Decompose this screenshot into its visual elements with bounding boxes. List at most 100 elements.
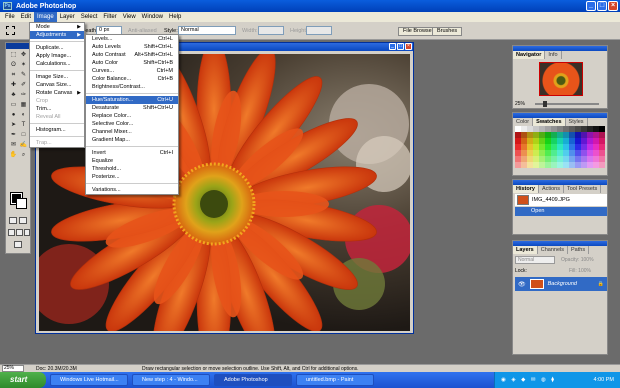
menu-edit[interactable]: Edit bbox=[18, 12, 34, 22]
menu-item-color-balance[interactable]: Color Balance... Ctrl+B bbox=[86, 75, 178, 83]
tab-styles[interactable]: Styles bbox=[566, 118, 588, 126]
menu-item-curves[interactable]: Curves... Ctrl+M bbox=[86, 67, 178, 75]
menu-item-histogram[interactable]: Histogram... bbox=[30, 126, 84, 134]
menu-item-auto-contrast[interactable]: Auto Contrast Alt+Shift+Ctrl+L bbox=[86, 51, 178, 59]
taskbar-item-photoshop[interactable]: Adobe Photoshop bbox=[214, 374, 292, 386]
menu-item-auto-color[interactable]: Auto Color Shift+Ctrl+B bbox=[86, 59, 178, 67]
tab-info[interactable]: Info bbox=[545, 51, 562, 59]
tab-channels[interactable]: Channels bbox=[538, 246, 568, 254]
brush-tool-icon[interactable]: ✐ bbox=[19, 81, 28, 89]
document-maximize-button[interactable]: □ bbox=[397, 43, 404, 50]
menu-file[interactable]: File bbox=[2, 12, 18, 22]
tray-icons[interactable]: ◉ ◈ ◆ ✉ ◍ ⧫ bbox=[501, 372, 556, 388]
tab-color[interactable]: Color bbox=[513, 118, 534, 126]
notes-tool-icon[interactable]: ✉ bbox=[9, 141, 18, 149]
menu-item-calculations[interactable]: Calculations... bbox=[30, 60, 84, 68]
history-brush-tool-icon[interactable]: ✑ bbox=[19, 91, 28, 99]
menu-window[interactable]: Window bbox=[139, 12, 166, 22]
taskbar-item-new-step[interactable]: New step : 4 - Windo... bbox=[132, 374, 210, 386]
pen-tool-icon[interactable]: ✒ bbox=[9, 131, 18, 139]
healing-brush-tool-icon[interactable]: ✚ bbox=[9, 81, 18, 89]
brushes-tab[interactable]: Brushes bbox=[432, 27, 463, 36]
menu-item-levels[interactable]: Levels... Ctrl+L bbox=[86, 35, 178, 43]
hand-tool-icon[interactable]: ✋ bbox=[9, 151, 18, 159]
blend-mode-select[interactable]: Normal bbox=[515, 256, 555, 264]
menu-item-duplicate[interactable]: Duplicate... bbox=[30, 44, 84, 52]
fill-field[interactable]: Fill: 100% bbox=[569, 268, 591, 274]
crop-tool-icon[interactable]: ⌗ bbox=[9, 71, 18, 79]
document-close-button[interactable]: × bbox=[405, 43, 412, 50]
blur-tool-icon[interactable]: ● bbox=[9, 111, 18, 119]
gradient-tool-icon[interactable]: ▦ bbox=[19, 101, 28, 109]
menu-image[interactable]: Image bbox=[34, 12, 57, 22]
menu-item-auto-levels[interactable]: Auto Levels Shift+Ctrl+L bbox=[86, 43, 178, 51]
full-screen-mode-icon[interactable] bbox=[24, 229, 30, 236]
tab-layers[interactable]: Layers bbox=[513, 246, 538, 254]
dodge-tool-icon[interactable]: ◐ bbox=[19, 111, 28, 119]
opacity-field[interactable]: Opacity: 100% bbox=[561, 257, 594, 263]
tab-paths[interactable]: Paths bbox=[568, 246, 590, 254]
taskbar-item-hotmail[interactable]: Windows Live Hotmail... bbox=[50, 374, 128, 386]
menu-item-desaturate[interactable]: Desaturate Shift+Ctrl+U bbox=[86, 104, 178, 112]
jump-to-imageready-icon[interactable] bbox=[14, 241, 22, 248]
menu-view[interactable]: View bbox=[120, 12, 139, 22]
quick-mask-mode-icon[interactable] bbox=[19, 217, 27, 224]
history-step-open[interactable]: Open bbox=[515, 207, 607, 216]
full-screen-menu-mode-icon[interactable] bbox=[16, 229, 23, 236]
style-select[interactable]: Normal bbox=[178, 26, 236, 35]
width-input[interactable] bbox=[258, 26, 284, 35]
shape-tool-icon[interactable]: □ bbox=[19, 131, 28, 139]
tab-tool-presets[interactable]: Tool Presets bbox=[564, 185, 602, 193]
menu-item-replace-color[interactable]: Replace Color... bbox=[86, 112, 178, 120]
tab-swatches[interactable]: Swatches bbox=[533, 118, 566, 126]
type-tool-icon[interactable]: T bbox=[19, 121, 28, 129]
minimize-button[interactable]: _ bbox=[586, 1, 596, 11]
menu-item-image-size[interactable]: Image Size... bbox=[30, 73, 84, 81]
taskbar-item-paint[interactable]: untitled.bmp - Paint bbox=[296, 374, 374, 386]
close-button[interactable]: × bbox=[608, 1, 618, 11]
zoom-tool-icon[interactable]: ⌕ bbox=[19, 151, 28, 159]
menu-help[interactable]: Help bbox=[166, 12, 184, 22]
menu-item-channel-mixer[interactable]: Channel Mixer... bbox=[86, 128, 178, 136]
document-minimize-button[interactable]: _ bbox=[389, 43, 396, 50]
menu-item-variations[interactable]: Variations... bbox=[86, 186, 178, 194]
lasso-tool-icon[interactable]: ʘ bbox=[9, 61, 18, 69]
menu-filter[interactable]: Filter bbox=[100, 12, 119, 22]
navigator-zoom-value[interactable]: 25% bbox=[515, 101, 525, 107]
menu-item-posterize[interactable]: Posterize... bbox=[86, 173, 178, 181]
start-button[interactable]: start bbox=[0, 372, 46, 388]
menu-item-hue-saturation[interactable]: Hue/Saturation... Ctrl+U bbox=[86, 96, 178, 104]
menu-item-canvas-size[interactable]: Canvas Size... bbox=[30, 81, 84, 89]
eyedropper-tool-icon[interactable]: ✍ bbox=[19, 141, 28, 149]
menu-item-gradient-map[interactable]: Gradient Map... bbox=[86, 136, 178, 144]
zoom-slider-handle[interactable] bbox=[543, 101, 547, 107]
tab-history[interactable]: History bbox=[513, 185, 539, 193]
status-zoom[interactable]: 25% bbox=[2, 365, 24, 372]
magic-wand-tool-icon[interactable]: ✶ bbox=[19, 61, 28, 69]
background-color-swatch[interactable] bbox=[16, 198, 27, 209]
menu-item-adjustments[interactable]: Adjustments ▶ bbox=[30, 31, 84, 39]
tab-navigator[interactable]: Navigator bbox=[513, 51, 546, 59]
clock[interactable]: 4:00 PM bbox=[594, 377, 614, 383]
menu-layer[interactable]: Layer bbox=[57, 12, 78, 22]
menu-item-trim[interactable]: Trim... bbox=[30, 105, 84, 113]
menu-item-mode[interactable]: Mode ▶ bbox=[30, 23, 84, 31]
path-selection-tool-icon[interactable]: ➤ bbox=[9, 121, 18, 129]
menu-item-threshold[interactable]: Threshold... bbox=[86, 165, 178, 173]
maximize-button[interactable]: □ bbox=[597, 1, 607, 11]
marquee-tool-preset-icon[interactable] bbox=[6, 26, 15, 35]
menu-item-selective-color[interactable]: Selective Color... bbox=[86, 120, 178, 128]
move-tool-icon[interactable]: ✥ bbox=[19, 51, 28, 59]
standard-screen-mode-icon[interactable] bbox=[8, 229, 15, 236]
clone-stamp-tool-icon[interactable]: ♣ bbox=[9, 91, 18, 99]
layer-row-background[interactable]: 👁 Background 🔒 bbox=[515, 277, 607, 291]
menu-item-equalize[interactable]: Equalize bbox=[86, 157, 178, 165]
history-snapshot[interactable]: IMG_4409.JPG bbox=[515, 194, 607, 206]
menu-item-rotate-canvas[interactable]: Rotate Canvas ▶ bbox=[30, 89, 84, 97]
marquee-tool-icon[interactable]: ⬚ bbox=[9, 51, 18, 59]
tab-actions[interactable]: Actions bbox=[539, 185, 564, 193]
navigator-thumbnail[interactable] bbox=[539, 62, 583, 96]
height-input[interactable] bbox=[306, 26, 332, 35]
menu-item-brightness-contrast[interactable]: Brightness/Contrast... bbox=[86, 83, 178, 91]
standard-mode-icon[interactable] bbox=[9, 217, 17, 224]
